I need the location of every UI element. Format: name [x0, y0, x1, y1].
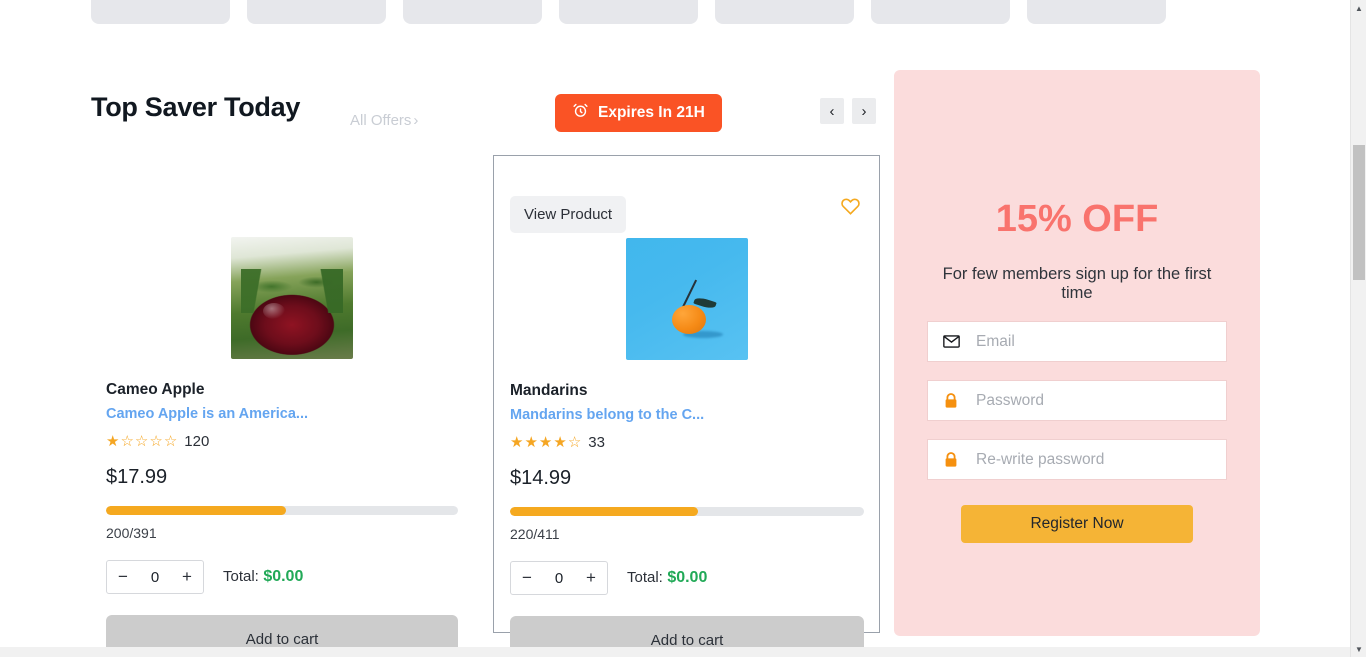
placeholder-card[interactable]: [871, 0, 1010, 24]
confirm-password-input[interactable]: [976, 450, 1212, 469]
scrollbar-thumb[interactable]: [1353, 145, 1365, 280]
vertical-scrollbar[interactable]: ▲ ▼: [1350, 0, 1366, 657]
section-header: Top Saver Today All Offers › Expires In 2…: [91, 92, 881, 138]
mandarin-fruit: [671, 305, 706, 335]
lock-icon: [942, 392, 960, 409]
horizontal-scrollbar-track[interactable]: [0, 647, 1350, 657]
email-field-wrapper[interactable]: [927, 321, 1227, 362]
product-card-mandarins[interactable]: View Product Mandarins Mandarins belong …: [493, 155, 880, 657]
stock-progress-label: 200/391: [106, 525, 157, 541]
quantity-increase-button[interactable]: +: [575, 562, 607, 594]
page-title: Top Saver Today: [91, 92, 301, 122]
stock-progress-fill: [510, 507, 698, 516]
card-top-bar: [106, 177, 478, 221]
register-now-button[interactable]: Register Now: [961, 505, 1193, 543]
all-offers-label: All Offers: [350, 112, 412, 129]
quantity-input[interactable]: [139, 568, 171, 586]
product-image-mandarin: [625, 238, 748, 360]
all-offers-link[interactable]: All Offers ›: [350, 112, 418, 129]
signup-promo-panel: 15% OFF For few members sign up for the …: [894, 70, 1260, 636]
password-input[interactable]: [976, 391, 1212, 410]
stock-progress-label: 220/411: [510, 526, 560, 542]
total-label: Total:: [627, 569, 663, 586]
carousel-next-button[interactable]: ›: [852, 98, 876, 124]
placeholder-card[interactable]: [559, 0, 698, 24]
product-image-cameo-apple: [231, 237, 353, 359]
product-name: Mandarins: [510, 382, 588, 399]
quantity-row: − + Total: $0.00: [106, 560, 478, 594]
product-price: $17.99: [106, 466, 168, 488]
product-description[interactable]: Cameo Apple is an America...: [106, 406, 478, 422]
favorite-button[interactable]: [840, 196, 861, 215]
password-field-wrapper[interactable]: [927, 380, 1227, 421]
scroll-up-arrow-icon[interactable]: ▲: [1351, 0, 1366, 16]
alarm-clock-icon: [572, 102, 589, 124]
view-product-button[interactable]: View Product: [510, 196, 627, 233]
star-filled-icon: ★: [538, 434, 553, 451]
total-label: Total:: [223, 568, 259, 585]
promo-subtitle: For few members sign up for the first ti…: [942, 265, 1212, 302]
placeholder-card[interactable]: [247, 0, 386, 24]
chevron-right-icon: ›: [413, 112, 419, 129]
confirm-password-field-wrapper[interactable]: [927, 439, 1227, 480]
product-description[interactable]: Mandarins belong to the C...: [510, 407, 863, 423]
carousel-prev-button[interactable]: ‹: [820, 98, 844, 124]
quantity-row: − + Total: $0.00: [510, 561, 863, 595]
email-input[interactable]: [976, 332, 1212, 351]
product-card-cameo-apple[interactable]: Cameo Apple Cameo Apple is an America...…: [91, 155, 493, 657]
product-price: $14.99: [510, 467, 572, 489]
star-empty-icon: ☆: [120, 433, 134, 450]
star-filled-icon: ★: [510, 434, 524, 451]
product-rating[interactable]: ★ ☆ ☆ ☆ ☆ 120: [106, 433, 478, 450]
star-filled-icon: ★: [106, 433, 120, 450]
placeholder-card[interactable]: [1027, 0, 1166, 24]
product-card-list: Cameo Apple Cameo Apple is an America...…: [91, 155, 880, 657]
quantity-stepper[interactable]: − +: [106, 560, 204, 594]
page-root: Top Saver Today All Offers › Expires In 2…: [0, 0, 1366, 657]
carousel-nav: ‹ ›: [820, 98, 876, 124]
product-name: Cameo Apple: [106, 381, 205, 398]
rating-count: 33: [588, 434, 605, 451]
heart-outline-icon: [840, 198, 861, 218]
rating-count: 120: [184, 433, 210, 450]
star-empty-icon: ☆: [134, 433, 149, 450]
line-total: Total: $0.00: [627, 569, 707, 587]
quantity-input[interactable]: [543, 569, 575, 587]
stock-progress-bar: [510, 507, 864, 516]
envelope-icon: [942, 335, 960, 348]
placeholder-card-strip: [91, 0, 1196, 24]
star-empty-icon: ☆: [567, 434, 582, 451]
promo-discount-title: 15% OFF: [995, 198, 1159, 240]
lock-icon: [942, 451, 960, 468]
quantity-stepper[interactable]: − +: [510, 561, 608, 595]
quantity-decrease-button[interactable]: −: [107, 561, 139, 593]
scroll-down-arrow-icon[interactable]: ▼: [1351, 641, 1366, 657]
line-total: Total: $0.00: [223, 568, 303, 586]
quantity-decrease-button[interactable]: −: [511, 562, 543, 594]
product-rating[interactable]: ★ ★ ★ ★ ☆ 33: [510, 434, 863, 451]
expires-label: Expires In 21H: [598, 104, 705, 121]
total-amount: $0.00: [263, 568, 304, 585]
quantity-increase-button[interactable]: +: [171, 561, 203, 593]
star-empty-icon: ☆: [163, 433, 178, 450]
expires-badge[interactable]: Expires In 21H: [555, 94, 722, 132]
stock-progress-fill: [106, 506, 286, 515]
stock-progress-bar: [106, 506, 458, 515]
star-filled-icon: ★: [524, 434, 538, 451]
placeholder-card[interactable]: [715, 0, 854, 24]
total-amount: $0.00: [667, 569, 708, 586]
placeholder-card[interactable]: [403, 0, 542, 24]
star-empty-icon: ☆: [149, 433, 163, 450]
card-top-bar: View Product: [510, 178, 863, 233]
placeholder-card[interactable]: [91, 0, 230, 24]
star-filled-icon: ★: [553, 434, 567, 451]
